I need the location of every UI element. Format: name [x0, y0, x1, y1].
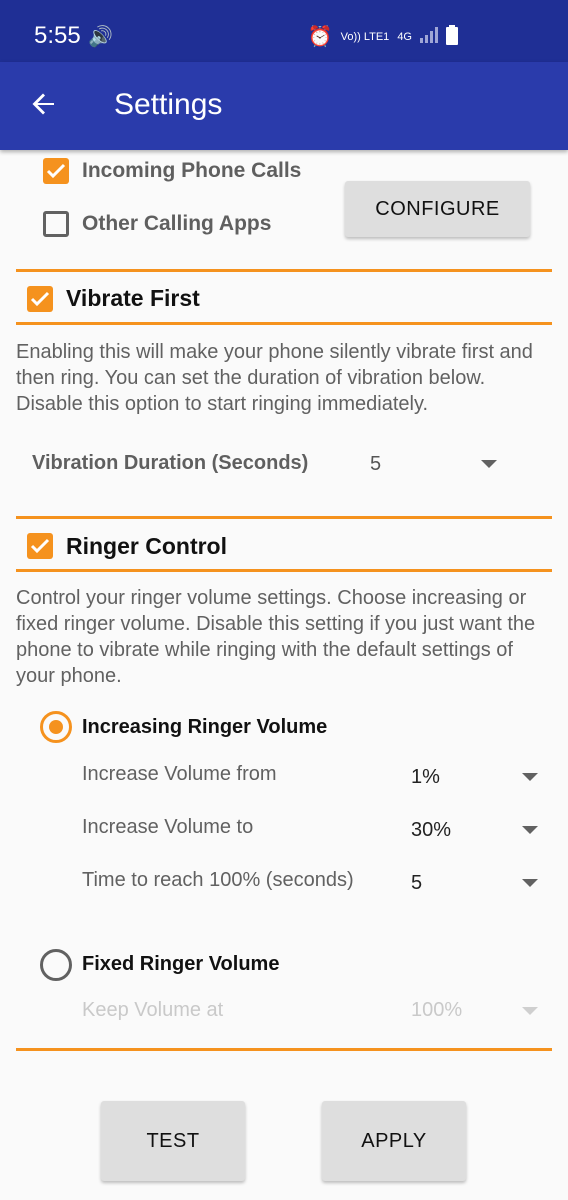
vibrate-first-title: Vibrate First: [66, 285, 200, 311]
time-to-reach-label: Time to reach 100% (seconds): [82, 869, 354, 891]
network-label: Vo)) LTE1: [340, 30, 390, 43]
increasing-volume-radio[interactable]: [40, 711, 72, 743]
increase-to-label: Increase Volume to: [82, 816, 254, 838]
page-title: Settings: [114, 88, 223, 121]
ringer-control-title: Ringer Control: [66, 533, 227, 559]
keep-volume-label: Keep Volume at: [82, 999, 224, 1021]
configure-button[interactable]: CONFIGURE: [345, 181, 530, 237]
time-to-reach-value[interactable]: 5: [411, 872, 422, 895]
divider: [16, 569, 552, 572]
increase-from-dropdown-icon[interactable]: [522, 773, 538, 781]
time-to-reach-dropdown-icon[interactable]: [522, 879, 538, 887]
apply-button[interactable]: APPLY: [322, 1101, 466, 1181]
vibration-duration-value[interactable]: 5: [370, 453, 381, 476]
ringer-control-checkbox[interactable]: [27, 533, 53, 559]
check-icon: [30, 291, 50, 307]
increase-from-label: Increase Volume from: [82, 763, 277, 785]
other-calling-apps-label: Other Calling Apps: [82, 212, 272, 235]
increasing-volume-label: Increasing Ringer Volume: [82, 716, 328, 738]
signal-icon: [420, 27, 438, 46]
alarm-icon: ⏰: [307, 26, 333, 48]
divider: [16, 322, 552, 325]
fixed-volume-radio[interactable]: [40, 949, 72, 981]
back-arrow-icon[interactable]: [28, 88, 60, 120]
divider: [16, 269, 552, 272]
network-type-label: 4G: [397, 30, 412, 43]
check-icon: [46, 163, 66, 179]
divider: [16, 1048, 552, 1051]
fixed-volume-label: Fixed Ringer Volume: [82, 953, 280, 975]
vibration-duration-dropdown-icon[interactable]: [481, 460, 497, 468]
notification-icon: 🔊: [88, 26, 113, 48]
battery-icon: [446, 25, 458, 48]
incoming-calls-label: Incoming Phone Calls: [82, 159, 302, 182]
vibration-duration-label: Vibration Duration (Seconds): [32, 452, 309, 474]
incoming-calls-checkbox[interactable]: [43, 158, 69, 184]
keep-volume-value: 100%: [411, 999, 463, 1021]
keep-volume-dropdown-icon: [522, 1007, 538, 1015]
status-icons: ⏰ Vo)) LTE1 4G: [308, 24, 458, 49]
check-icon: [30, 538, 50, 554]
app-bar: Settings: [0, 62, 568, 150]
divider: [16, 516, 552, 519]
status-bar: 5:55 🔊 ⏰ Vo)) LTE1 4G: [0, 0, 568, 62]
status-time: 5:55: [34, 22, 81, 49]
test-button[interactable]: TEST: [101, 1101, 245, 1181]
vibrate-description: Enabling this will make your phone silen…: [16, 341, 533, 415]
vibrate-first-checkbox[interactable]: [27, 286, 53, 312]
ringer-description: Control your ringer volume settings. Cho…: [16, 587, 536, 687]
increase-from-value[interactable]: 1%: [411, 766, 440, 789]
increase-to-dropdown-icon[interactable]: [522, 826, 538, 834]
other-calling-apps-checkbox[interactable]: [43, 211, 69, 237]
increase-to-value[interactable]: 30%: [411, 819, 451, 842]
